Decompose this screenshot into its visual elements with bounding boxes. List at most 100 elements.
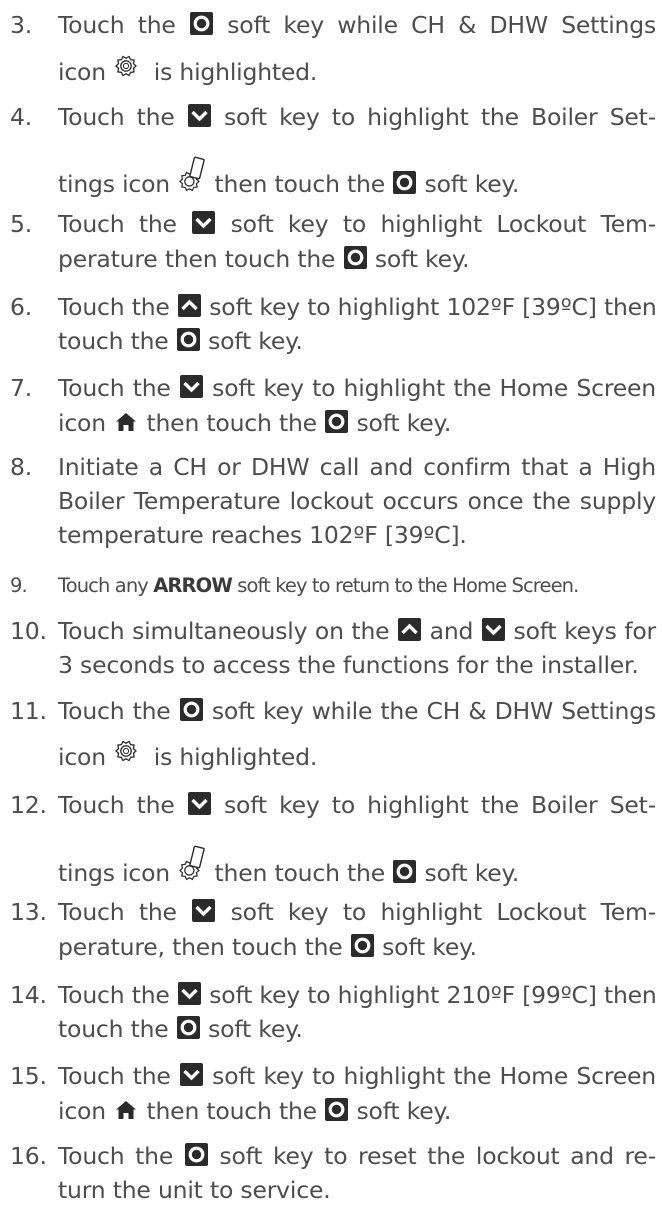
select-key-icon <box>343 246 367 269</box>
step-line: Touch the soft key to highlight Lockout … <box>58 207 656 242</box>
text-run: soft key. <box>349 1097 452 1125</box>
text-run: Touch the <box>58 11 189 39</box>
step-number: 13. <box>10 898 47 926</box>
text-run: soft key to highlight Lockout Tem- <box>216 210 657 238</box>
select-key-icon <box>176 328 200 351</box>
step-line: icon is highlighted. <box>58 54 656 90</box>
step-line: Touch the soft key to highlight 102ºF [3… <box>58 290 657 325</box>
text-run: icon <box>58 1097 114 1125</box>
step-number: 14. <box>10 981 47 1009</box>
text-run: soft key to highlight the Boiler Set- <box>211 103 656 131</box>
text-run: soft key while CH & DHW Settings <box>213 11 656 39</box>
step-number: 7. <box>10 374 33 402</box>
text-run: touch the <box>58 327 176 355</box>
step-number: 6. <box>10 293 33 321</box>
select-key-icon <box>325 410 349 433</box>
step-line: icon is highlighted. <box>58 739 656 775</box>
select-key-icon <box>176 1016 200 1039</box>
text-run: soft key while the CH & DHW Settings <box>203 697 656 725</box>
text-run: Touch the <box>58 210 192 238</box>
step-line: Initiate a CH or DHW call and confirm th… <box>58 450 656 485</box>
step-line: touch the soft key. <box>58 324 656 359</box>
step-line: Touch any ARROW soft key to return to th… <box>58 568 656 603</box>
text-run: soft key. <box>200 1015 303 1043</box>
text-run: is highlighted. <box>139 743 318 771</box>
step-line: tings icon then touch the soft key. <box>58 845 656 891</box>
text-run: soft key. <box>200 327 303 355</box>
text-run: soft key to highlight 210ºF [99ºC] then <box>201 981 657 1009</box>
text-run: soft key to reset the lockout and re- <box>208 1142 656 1170</box>
select-key-icon <box>393 860 417 883</box>
step-line: Touch the soft key while CH & DHW Settin… <box>58 8 656 43</box>
step-number: 3. <box>10 11 33 39</box>
down-arrow-key-icon <box>481 618 505 641</box>
text-run: Touch the <box>58 103 187 131</box>
boiler-settings-icon <box>179 156 206 196</box>
text-run: turn the unit to service. <box>58 1176 331 1204</box>
step-line: Touch the soft key to highlight the Boil… <box>58 788 656 823</box>
up-arrow-key-icon <box>177 294 201 317</box>
text-run: 3 seconds to access the functions for th… <box>58 651 639 679</box>
down-arrow-key-icon <box>177 982 201 1005</box>
step-line: icon then touch the soft key. <box>58 406 656 441</box>
text-run: perature then touch the <box>58 245 343 273</box>
home-screen-icon <box>115 1100 137 1120</box>
step-line: Boiler Temperature lockout occurs once t… <box>58 484 656 519</box>
step-number: 9. <box>10 574 28 597</box>
text-run: soft key. <box>367 245 470 273</box>
text-run: then touch the <box>207 170 393 198</box>
text-run: icon <box>58 58 114 86</box>
up-arrow-key-icon <box>398 618 422 641</box>
text-run: icon <box>58 409 114 437</box>
step-line: touch the soft key. <box>58 1012 656 1047</box>
step-line: Touch the soft key to highlight the Boil… <box>58 100 656 135</box>
step-line: turn the unit to service. <box>58 1173 656 1208</box>
text-run: then touch the <box>139 1097 325 1125</box>
step-number: 8. <box>10 453 33 481</box>
text-run: Touch any <box>58 574 154 597</box>
text-run: soft key. <box>374 933 477 961</box>
text-run: then touch the <box>139 409 325 437</box>
text-run: soft key to highlight Lockout Tem- <box>216 898 657 926</box>
step-line: Touch the soft key to highlight Lockout … <box>58 895 656 930</box>
text-run: soft key. <box>417 170 520 198</box>
text-run: tings icon <box>58 170 178 198</box>
text-run: Touch the <box>58 981 177 1009</box>
down-arrow-key-icon <box>192 899 216 922</box>
select-key-icon <box>350 934 374 957</box>
step-line: Touch the soft key to highlight the Home… <box>58 371 656 406</box>
down-arrow-key-icon <box>187 792 211 815</box>
text-run: Touch simultaneously on the <box>58 617 398 645</box>
text-run: perature, then touch the <box>58 933 350 961</box>
text-run: soft key to return to the Home Screen. <box>231 574 579 597</box>
ch-dhw-settings-gear-icon <box>115 54 138 78</box>
text-run: touch the <box>58 1015 176 1043</box>
text-run: soft key to highlight the Home Screen <box>203 374 656 402</box>
select-key-icon <box>325 1098 349 1121</box>
step-line: temperature reaches 102ºF [39ºC]. <box>58 518 656 553</box>
down-arrow-key-icon <box>187 104 211 127</box>
step-number: 16. <box>10 1142 47 1170</box>
select-key-icon <box>393 171 417 194</box>
text-run: is highlighted. <box>139 58 318 86</box>
step-number: 10. <box>10 617 47 645</box>
step-line: perature, then touch the soft key. <box>58 930 656 965</box>
text-run: Touch the <box>58 1062 179 1090</box>
select-key-icon <box>184 1143 208 1166</box>
text-run: Touch the <box>58 697 179 725</box>
step-line: tings icon then touch the soft key. <box>58 156 656 202</box>
step-number: 11. <box>10 697 47 725</box>
step-line: Touch the soft key to reset the lockout … <box>58 1139 656 1174</box>
step-line: perature then touch the soft key. <box>58 242 656 277</box>
text-run: then touch the <box>207 859 393 887</box>
step-line: Touch the soft key to highlight 210ºF [9… <box>58 978 657 1013</box>
text-run: Initiate a CH or DHW call and confirm th… <box>58 453 656 481</box>
ch-dhw-settings-gear-icon <box>115 739 138 763</box>
step-line: Touch the soft key while the CH & DHW Se… <box>58 694 656 729</box>
text-run: tings icon <box>58 859 178 887</box>
text-run: soft key to highlight the Home Screen <box>203 1062 656 1090</box>
step-line: icon then touch the soft key. <box>58 1094 656 1129</box>
down-arrow-key-icon <box>179 1063 203 1086</box>
down-arrow-key-icon <box>192 211 216 234</box>
boiler-settings-icon <box>179 845 206 885</box>
